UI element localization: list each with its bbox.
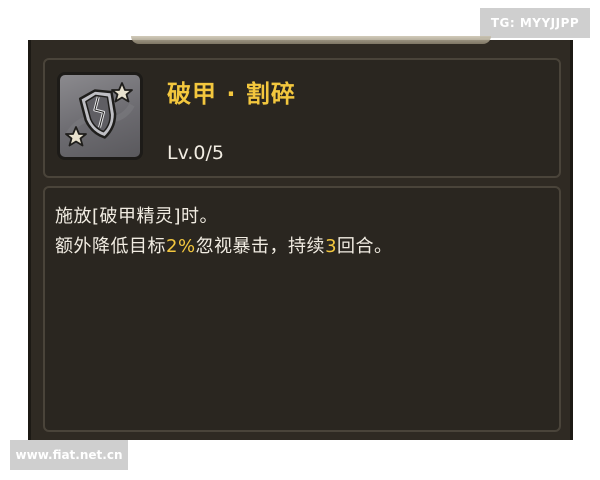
watermark-site: www.fiat.net.cn: [10, 440, 128, 470]
screenshot: TG: MYYJJPP 破甲 · 割碎 Lv.0/5 施放[破甲精灵]时。 额外…: [0, 0, 600, 480]
description-line-2: 额外降低目标2%忽视暴击，持续3回合。: [55, 232, 393, 258]
highlight-value-percent: 2%: [166, 236, 196, 257]
skill-tooltip-panel: 破甲 · 割碎 Lv.0/5 施放[破甲精灵]时。 额外降低目标2%忽视暴击，持…: [28, 36, 573, 440]
skill-name: 破甲 · 割碎: [167, 80, 296, 108]
skill-description: 施放[破甲精灵]时。 额外降低目标2%忽视暴击，持续3回合。: [43, 186, 561, 432]
description-text: 回合。: [337, 236, 393, 257]
description-line-1: 施放[破甲精灵]时。: [55, 206, 219, 227]
cracked-shield-graphic: [65, 82, 135, 147]
highlight-value-turns: 3: [325, 236, 338, 257]
description-text: 额外降低目标: [55, 236, 166, 257]
cracked-shield-icon[interactable]: [57, 72, 143, 160]
skill-level: Lv.0/5: [167, 142, 224, 164]
skill-header: 破甲 · 割碎 Lv.0/5: [43, 58, 561, 178]
watermark-telegram: TG: MYYJJPP: [480, 8, 590, 38]
description-text: 忽视暴击，持续: [195, 236, 326, 257]
panel-top-decoration: [131, 36, 491, 44]
